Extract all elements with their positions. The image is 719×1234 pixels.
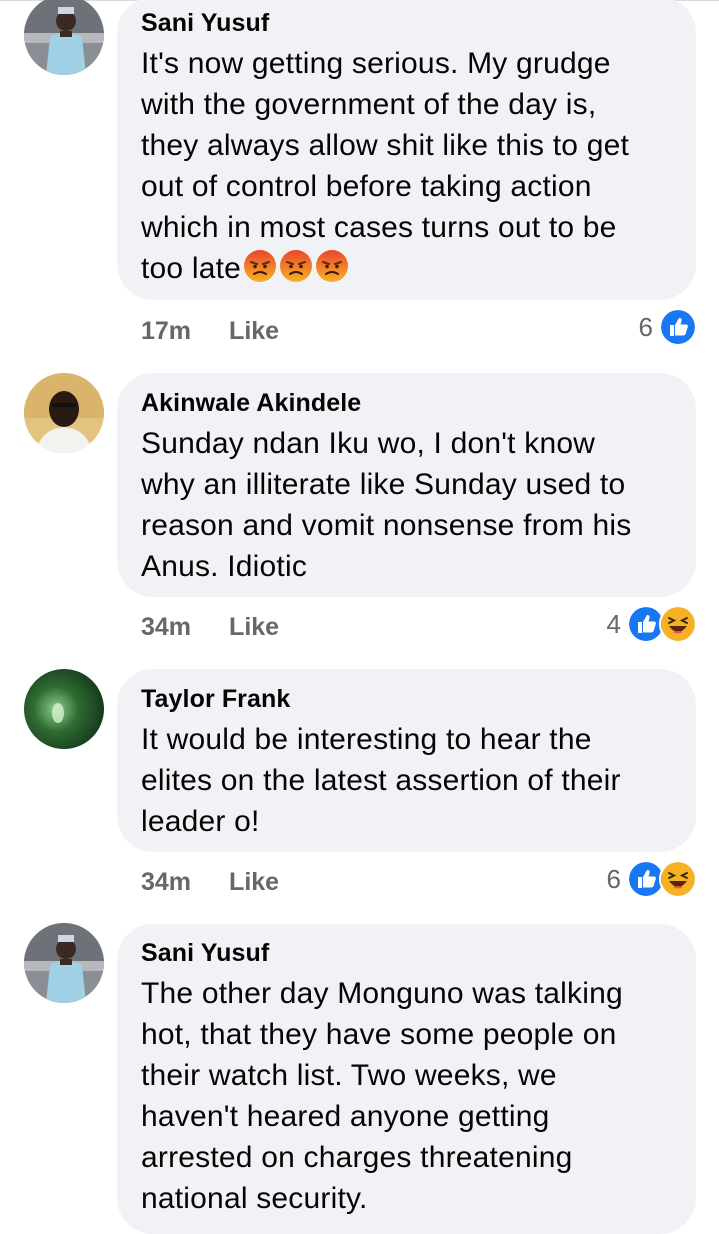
comment-bubble: Sani Yusuf The other day Monguno was tal… — [117, 924, 696, 1234]
like-button[interactable]: Like — [229, 868, 279, 896]
comment-meta: 17m Like — [141, 316, 279, 346]
comment-timestamp[interactable]: 34m — [141, 868, 191, 896]
comment-text-body: It's now getting serious. My grudge with… — [141, 47, 630, 285]
reaction-count: 4 — [606, 608, 621, 639]
reaction-summary[interactable]: 6 — [638, 308, 697, 346]
comment-author[interactable]: Akinwale Akindele — [141, 388, 680, 418]
comment-author[interactable]: Sani Yusuf — [141, 938, 680, 968]
comment-bubble: Akinwale Akindele Sunday ndan Iku wo, I … — [117, 373, 696, 597]
avatar[interactable] — [24, 373, 104, 453]
comment-author[interactable]: Taylor Frank — [141, 684, 680, 714]
angry-emoji — [316, 250, 349, 282]
comment-text: It's now getting serious. My grudge with… — [141, 43, 680, 289]
haha-reaction-icon — [659, 860, 697, 898]
angry-emoji — [244, 250, 277, 282]
comment-author[interactable]: Sani Yusuf — [141, 8, 680, 38]
like-reaction-icon — [659, 308, 697, 346]
like-button[interactable]: Like — [229, 317, 279, 345]
comment-text: It would be interesting to hear the elit… — [141, 723, 621, 838]
comment-meta: 34m Like — [141, 612, 279, 642]
comment-timestamp[interactable]: 34m — [141, 613, 191, 641]
comment-bubble: Taylor Frank It would be interesting to … — [117, 669, 696, 852]
comment-meta: 34m Like — [141, 867, 279, 897]
comment-text: Sunday ndan Iku wo, I don't know why an … — [141, 427, 632, 583]
angry-emoji — [280, 250, 313, 282]
comment-timestamp[interactable]: 17m — [141, 317, 191, 345]
comment-bubble: Sani Yusuf It's now getting serious. My … — [117, 0, 696, 300]
reaction-summary[interactable]: 4 — [606, 605, 697, 643]
avatar[interactable] — [24, 923, 104, 1003]
reaction-summary[interactable]: 6 — [606, 860, 697, 898]
like-button[interactable]: Like — [229, 613, 279, 641]
reaction-count: 6 — [638, 311, 653, 342]
reaction-count: 6 — [606, 863, 621, 894]
avatar[interactable] — [24, 669, 104, 749]
haha-reaction-icon — [659, 605, 697, 643]
avatar[interactable] — [24, 0, 104, 75]
comment-text: The other day Monguno was talking hot, t… — [141, 977, 623, 1215]
